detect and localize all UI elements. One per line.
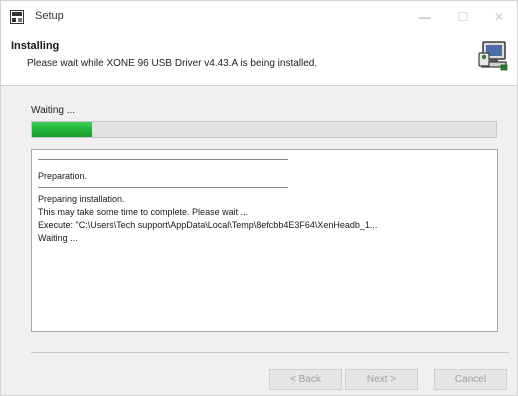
next-button[interactable]: Next > bbox=[345, 369, 418, 390]
progress-fill bbox=[32, 122, 93, 137]
bottom-divider bbox=[31, 352, 509, 353]
progress-bar bbox=[31, 121, 497, 138]
log-line: This may take some time to complete. Ple… bbox=[38, 207, 249, 217]
close-button[interactable]: ✕ bbox=[479, 1, 518, 33]
page-title: Installing bbox=[11, 40, 60, 52]
page-subtitle: Please wait while XONE 96 USB Driver v4.… bbox=[27, 58, 318, 69]
log-line: Waiting ... bbox=[38, 233, 78, 243]
maximize-button[interactable]: ☐ bbox=[443, 1, 483, 33]
minimize-button[interactable]: — bbox=[405, 1, 445, 33]
log-line: Preparing installation. bbox=[38, 194, 125, 204]
log-line: Preparation. bbox=[38, 171, 88, 181]
status-text: Waiting ... bbox=[31, 105, 76, 116]
setup-window: Setup — ☐ ✕ Installing Please wait while… bbox=[0, 0, 518, 396]
installer-header: Installing Please wait while XONE 96 USB… bbox=[1, 33, 517, 86]
title-bar: Setup — ☐ ✕ bbox=[1, 1, 517, 33]
setup-app-icon bbox=[10, 10, 24, 24]
cancel-button[interactable]: Cancel bbox=[434, 369, 507, 390]
back-button[interactable]: < Back bbox=[269, 369, 342, 390]
installer-computer-icon bbox=[478, 41, 508, 71]
log-separator bbox=[38, 159, 288, 160]
install-log[interactable]: Preparation. Preparing installation. Thi… bbox=[31, 149, 498, 332]
log-line: Execute: "C:\Users\Tech support\AppData\… bbox=[38, 220, 378, 230]
window-title: Setup bbox=[35, 10, 64, 22]
log-separator bbox=[38, 187, 288, 188]
